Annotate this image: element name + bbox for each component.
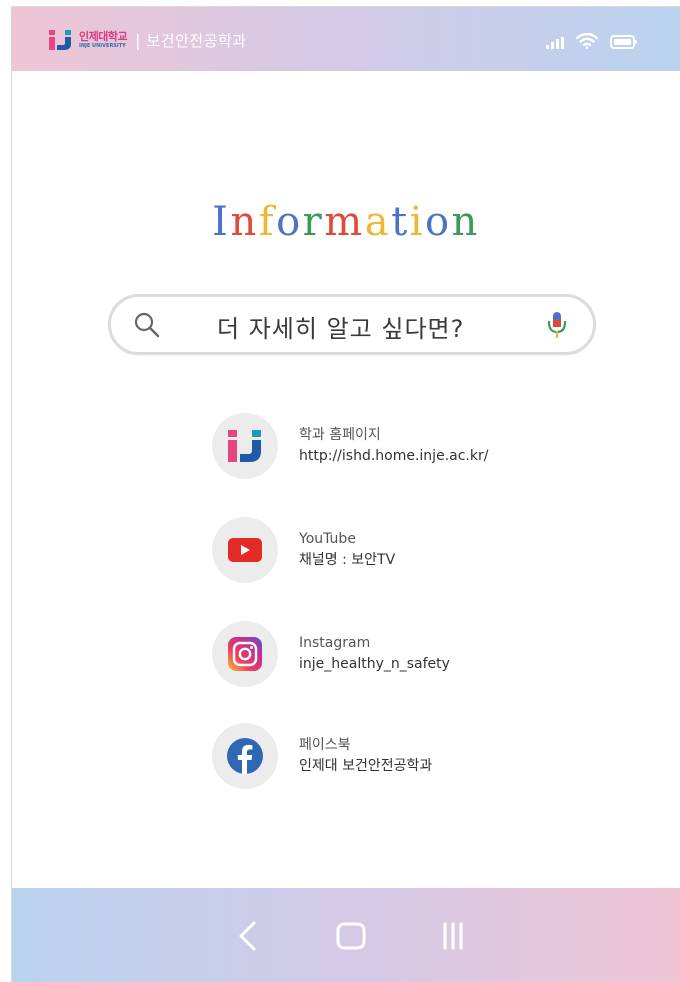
link-title: 학과 홈페이지	[299, 427, 381, 443]
title-letter: n	[230, 199, 259, 245]
wifi-icon	[575, 32, 599, 53]
navigation-bar	[12, 888, 680, 982]
title-letter: m	[324, 199, 365, 245]
link-subtitle[interactable]: http://ishd.home.inje.ac.kr/	[299, 445, 488, 467]
link-subtitle: inje_healthy_n_safety	[299, 656, 450, 672]
logo-wordmark: 인제대학교 INJE UNIVERSITY	[79, 30, 128, 49]
youtube-icon	[212, 517, 278, 583]
title-letter: o	[276, 199, 303, 245]
link-subtitle: 인제대 보건안전공학과	[299, 758, 433, 774]
title-letter: n	[451, 199, 480, 245]
status-bar: 인제대학교 INJE UNIVERSITY | 보건안전공학과	[12, 7, 680, 71]
title-letter: a	[364, 199, 392, 245]
status-icons	[546, 32, 638, 53]
search-placeholder: 더 자세히 알고 싶다면?	[217, 315, 465, 343]
recent-apps-icon[interactable]	[442, 920, 464, 956]
information-title: Information	[12, 199, 680, 245]
back-icon[interactable]	[236, 920, 258, 956]
title-letter: r	[302, 199, 325, 245]
home-icon[interactable]	[336, 920, 366, 956]
department-name: 보건안전공학과	[146, 31, 247, 50]
link-title: YouTube	[299, 531, 356, 547]
mic-icon[interactable]	[547, 310, 567, 344]
logo-korean-text: 인제대학교	[79, 30, 128, 43]
link-facebook[interactable]: 페이스북 인제대 보건안전공학과	[212, 721, 572, 791]
logo-english-text: INJE UNIVERSITY	[79, 43, 126, 49]
title-letter: t	[391, 199, 410, 245]
phone-screen: 인제대학교 INJE UNIVERSITY | 보건안전공학과 Informat…	[11, 6, 680, 982]
inje-logo-mark-icon	[49, 30, 73, 50]
link-youtube[interactable]: YouTube 채널명 : 보안TV	[212, 515, 572, 585]
logo-separator: |	[135, 30, 141, 50]
link-title: Instagram	[299, 635, 371, 651]
search-input[interactable]: 더 자세히 알고 싶다면?	[108, 294, 596, 355]
battery-icon	[610, 34, 638, 53]
title-letter: o	[424, 199, 452, 245]
title-letter: f	[258, 199, 277, 245]
university-logo: 인제대학교 INJE UNIVERSITY | 보건안전공학과	[49, 29, 247, 51]
facebook-icon	[212, 723, 278, 789]
title-letter: I	[212, 199, 231, 245]
link-department-homepage[interactable]: 학과 홈페이지 http://ishd.home.inje.ac.kr/	[212, 411, 572, 481]
link-title: 페이스북	[299, 737, 351, 753]
link-subtitle: 채널명 : 보안TV	[299, 552, 396, 568]
link-instagram[interactable]: Instagram inje_healthy_n_safety	[212, 619, 572, 689]
search-icon[interactable]	[133, 311, 161, 343]
inje-logo-icon	[212, 413, 278, 479]
instagram-icon	[212, 621, 278, 687]
signal-icon	[546, 34, 564, 53]
title-letter: i	[409, 199, 425, 245]
